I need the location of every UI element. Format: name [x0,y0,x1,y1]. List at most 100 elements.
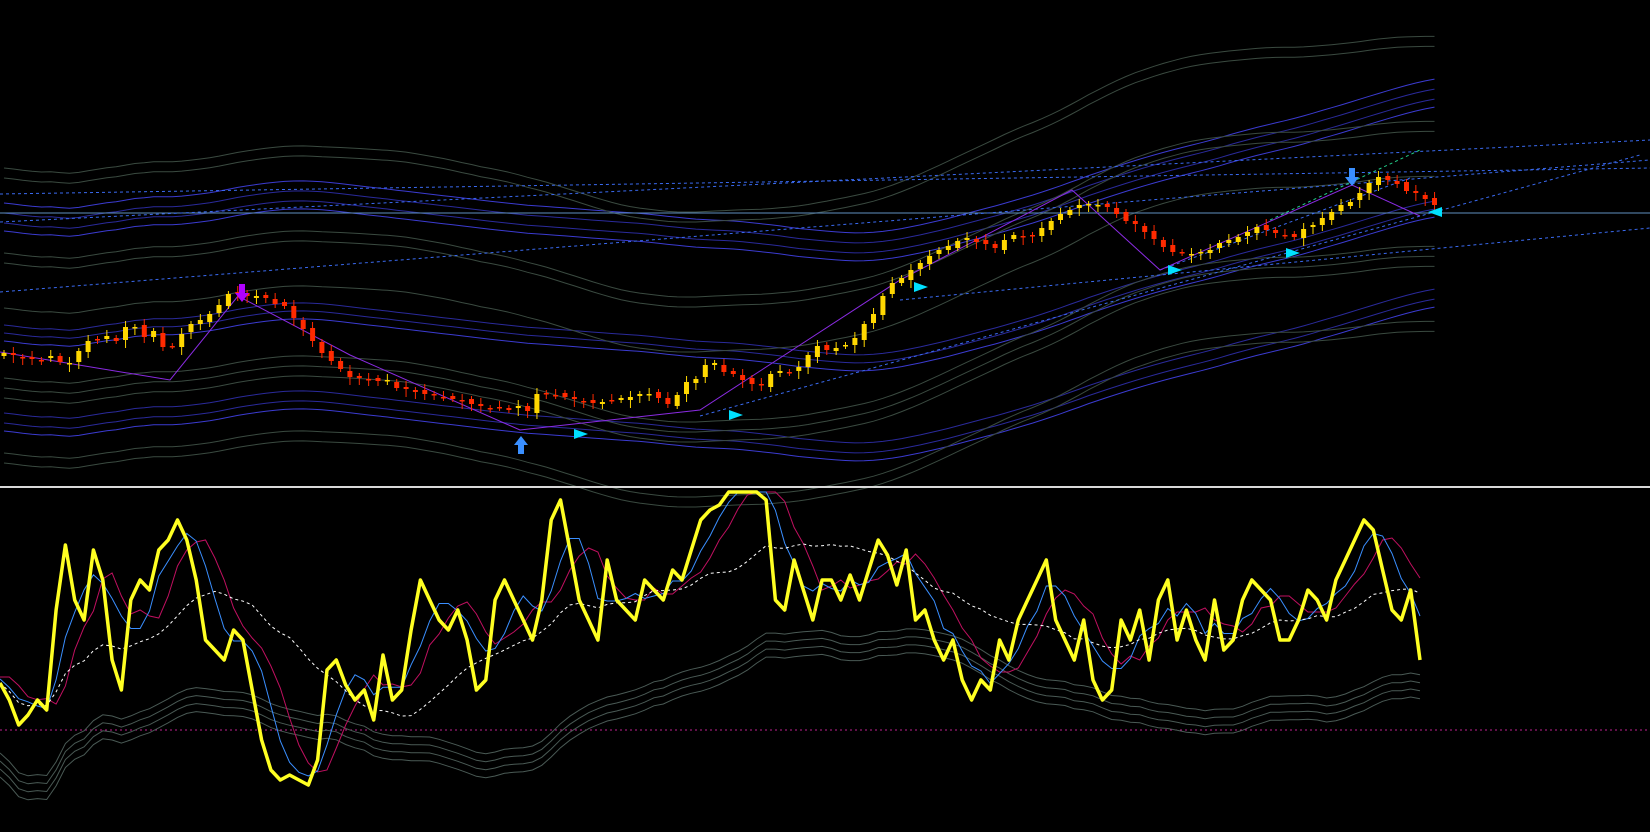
right-triangle-icon [914,282,928,292]
candle-body [412,390,418,392]
candle-body [1273,230,1279,233]
candle-body [777,371,783,373]
candle-body [889,283,895,294]
candle-body [1235,237,1241,242]
candle-body [674,395,680,406]
candle-body [917,263,923,269]
candle-body [758,384,764,386]
candle-body [151,331,157,337]
candle-body [656,392,661,398]
candle-body [899,278,905,283]
candle-body [478,404,484,406]
candle-body [824,345,830,350]
candle-body [1160,240,1166,247]
candle-body [814,346,820,357]
candle-body [861,324,867,340]
candle-body [300,320,306,329]
candle-body [506,408,512,410]
candle-body [693,379,699,383]
candle-body [1319,218,1325,225]
candle-body [627,397,633,400]
candle-body [1254,227,1260,233]
candle-body [1030,235,1035,237]
candle-body [207,314,213,322]
candle-body [20,357,26,359]
candle-body [319,342,325,353]
candle-body [945,246,951,250]
candle-body [1207,250,1213,253]
candle-body [786,372,792,374]
candle-body [534,394,540,413]
candle-body [1385,176,1391,180]
blue-band-line [3,106,1435,262]
candle-body [515,406,521,408]
candle-body [422,390,428,394]
candle-body [936,250,942,254]
candle-body [1291,234,1297,237]
candle-body [553,395,559,397]
candle-body [1301,229,1307,238]
candle-body [1114,208,1120,214]
oscillator-blue-line [0,491,1421,777]
gray-band-line [3,255,1435,433]
candle-body [263,295,269,298]
candle-body [1282,235,1288,237]
candle-body [403,387,409,389]
candle-body [871,314,876,323]
candle-body [356,376,362,378]
candle-body [1404,182,1409,191]
main-indicator-bands [3,35,1435,508]
candle-body [188,324,194,332]
candle-body [1076,205,1082,208]
blue-band-line [3,200,1435,356]
candle-body [459,400,465,402]
candle-body [169,346,175,348]
candle-body [1104,204,1110,207]
candle-body [95,339,100,341]
candle-body [1020,236,1026,238]
candle-body [1245,232,1250,236]
main-trend-lines [0,139,1650,431]
candle-body [805,355,811,367]
candle-body [964,238,970,240]
chart-canvas[interactable] [0,0,1650,832]
right-triangle-icon [729,410,743,420]
candle-body [487,408,493,410]
candle-body [123,327,128,340]
candle-body [1198,252,1204,254]
candle-body [768,374,774,387]
candle-body [1,353,7,356]
candle-body [375,378,381,381]
candle-body [1123,212,1129,221]
gray-band-line [3,45,1435,223]
candle-body [1058,214,1063,220]
candle-body [1179,252,1185,254]
candle-body [1189,254,1194,256]
trend-line [1159,177,1411,271]
candle-body [927,256,933,264]
candle-body [684,382,689,394]
candle-body [1095,205,1101,207]
candle-body [440,397,446,399]
candle-body [310,328,316,341]
candle-body [581,401,587,403]
candle-body [132,327,138,329]
candle-body [992,244,998,248]
trend-line [0,159,1650,293]
candle-body [67,363,72,365]
candle-body [85,341,91,352]
candle-body [384,380,390,382]
candle-body [1217,243,1222,248]
up-arrow-icon [514,436,528,454]
candle-body [618,398,624,400]
candle-body [1001,240,1007,250]
candle-body [38,360,44,362]
candle-body [646,394,652,396]
candle-body [590,400,596,403]
candle-body [272,299,278,304]
oscillator-signal-line [0,543,1421,717]
candle-body [973,239,979,242]
candle-body [225,294,231,306]
candle-body [497,407,502,409]
candle-body [469,399,474,404]
